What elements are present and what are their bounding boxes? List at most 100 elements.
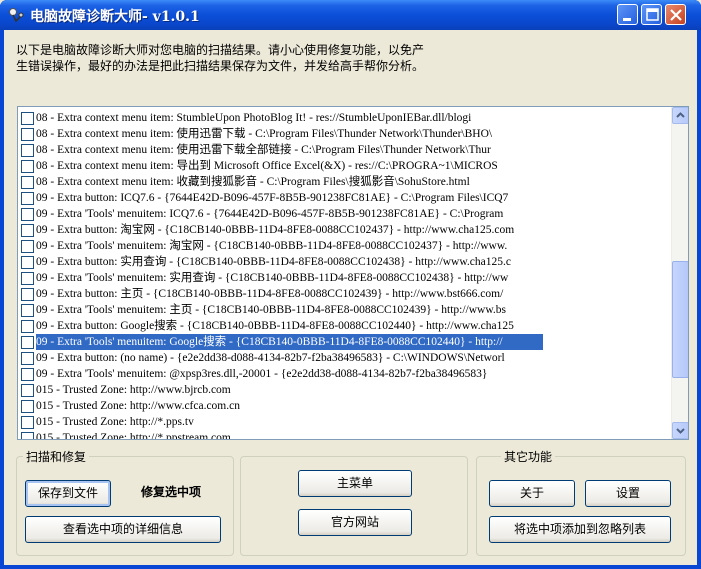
maximize-icon xyxy=(646,8,659,21)
about-button[interactable]: 关于 xyxy=(489,480,575,507)
list-item[interactable]: 015 - Trusted Zone: http://*.ppstream.co… xyxy=(18,430,668,440)
item-checkbox[interactable] xyxy=(21,256,34,269)
item-checkbox[interactable] xyxy=(21,352,34,365)
list-item[interactable]: 08 - Extra context menu item: 使用迅雷下载全部链接… xyxy=(18,142,668,158)
app-window: 电脑故障诊断大师- v1.0.1 以下是电脑故障诊断大师对您电脑的扫描结果。请小… xyxy=(0,0,701,569)
item-text: 09 - Extra 'Tools' menuitem: Google搜索 - … xyxy=(36,334,543,350)
title-bar[interactable]: 电脑故障诊断大师- v1.0.1 xyxy=(0,0,701,30)
item-text: 09 - Extra button: (no name) - {e2e2dd38… xyxy=(36,352,505,364)
item-text: 09 - Extra button: ICQ7.6 - {7644E42D-B0… xyxy=(36,192,509,204)
window-frame-right xyxy=(697,30,701,569)
item-text: 09 - Extra button: Google搜索 - {C18CB140-… xyxy=(36,320,514,332)
item-text: 015 - Trusted Zone: http://www.cfca.com.… xyxy=(36,400,240,412)
scroll-up-button[interactable] xyxy=(672,107,688,124)
item-checkbox[interactable] xyxy=(21,384,34,397)
item-checkbox[interactable] xyxy=(21,272,34,285)
list-item[interactable]: 08 - Extra context menu item: 使用迅雷下载 - C… xyxy=(18,126,668,142)
item-text: 015 - Trusted Zone: http://*.pps.tv xyxy=(36,416,194,428)
item-text: 09 - Extra 'Tools' menuitem: 实用查询 - {C18… xyxy=(36,272,509,284)
scan-fix-group-label: 扫描和修复 xyxy=(23,448,90,465)
chevron-up-icon xyxy=(676,112,685,118)
list-item[interactable]: 09 - Extra button: ICQ7.6 - {7644E42D-B0… xyxy=(18,190,668,206)
view-details-button[interactable]: 查看选中项的详细信息 xyxy=(25,516,221,543)
list-item[interactable]: 09 - Extra button: Google搜索 - {C18CB140-… xyxy=(18,318,668,334)
item-checkbox[interactable] xyxy=(21,416,34,429)
item-text: 09 - Extra button: 主页 - {C18CB140-0BBB-1… xyxy=(36,288,504,300)
save-to-file-button[interactable]: 保存到文件 xyxy=(25,480,111,507)
list-item[interactable]: 09 - Extra button: 主页 - {C18CB140-0BBB-1… xyxy=(18,286,668,302)
main-menu-button[interactable]: 主菜单 xyxy=(298,470,412,497)
window-frame-left xyxy=(0,30,4,569)
item-checkbox[interactable] xyxy=(21,288,34,301)
scroll-thumb[interactable] xyxy=(672,261,688,378)
list-item[interactable]: 09 - Extra 'Tools' menuitem: 主页 - {C18CB… xyxy=(18,302,668,318)
list-item[interactable]: 015 - Trusted Zone: http://www.bjrcb.com xyxy=(18,382,668,398)
scan-results-rows: 08 - Extra context menu item: StumbleUpo… xyxy=(18,110,668,440)
scan-results-list[interactable]: 08 - Extra context menu item: StumbleUpo… xyxy=(17,106,689,440)
list-item[interactable]: 09 - Extra button: (no name) - {e2e2dd38… xyxy=(18,350,668,366)
item-text: 08 - Extra context menu item: StumbleUpo… xyxy=(36,112,472,124)
item-text: 08 - Extra context menu item: 导出到 Micros… xyxy=(36,160,498,172)
item-checkbox[interactable] xyxy=(21,336,34,349)
item-checkbox[interactable] xyxy=(21,304,34,317)
item-checkbox[interactable] xyxy=(21,400,34,413)
item-checkbox[interactable] xyxy=(21,320,34,333)
fix-selected-button[interactable]: 修复选中项 xyxy=(121,480,221,507)
main-menu-group: 主菜单 官方网站 xyxy=(240,456,468,556)
item-text: 015 - Trusted Zone: http://*.ppstream.co… xyxy=(36,432,231,440)
item-text: 08 - Extra context menu item: 使用迅雷下载 - C… xyxy=(36,128,493,140)
list-item[interactable]: 09 - Extra 'Tools' menuitem: @xpsp3res.d… xyxy=(18,366,668,382)
item-checkbox[interactable] xyxy=(21,144,34,157)
item-checkbox[interactable] xyxy=(21,192,34,205)
maximize-button[interactable] xyxy=(641,4,662,25)
item-text: 09 - Extra 'Tools' menuitem: 淘宝网 - {C18C… xyxy=(36,240,508,252)
scan-fix-group: 扫描和修复 保存到文件 修复选中项 查看选中项的详细信息 xyxy=(16,448,234,556)
other-functions-group-label: 其它功能 xyxy=(501,448,556,465)
other-functions-group: 其它功能 关于 设置 将选中项添加到忽略列表 xyxy=(476,448,686,556)
intro-line-1: 以下是电脑故障诊断大师对您电脑的扫描结果。请小心使用修复功能，以免产 xyxy=(16,43,425,57)
list-item[interactable]: 015 - Trusted Zone: http://www.cfca.com.… xyxy=(18,398,668,414)
list-item[interactable]: 015 - Trusted Zone: http://*.pps.tv xyxy=(18,414,668,430)
list-item[interactable]: 09 - Extra 'Tools' menuitem: 淘宝网 - {C18C… xyxy=(18,238,668,254)
close-icon xyxy=(670,9,682,21)
item-checkbox[interactable] xyxy=(21,208,34,221)
item-checkbox[interactable] xyxy=(21,176,34,189)
close-button[interactable] xyxy=(665,4,686,25)
item-text: 09 - Extra button: 淘宝网 - {C18CB140-0BBB-… xyxy=(36,224,515,236)
item-checkbox[interactable] xyxy=(21,160,34,173)
list-item[interactable]: 09 - Extra 'Tools' menuitem: ICQ7.6 - {7… xyxy=(18,206,668,222)
vertical-scrollbar[interactable] xyxy=(671,107,688,439)
scroll-down-button[interactable] xyxy=(672,422,688,439)
item-text: 09 - Extra 'Tools' menuitem: 主页 - {C18CB… xyxy=(36,304,507,316)
list-item[interactable]: 08 - Extra context menu item: 收藏到搜狐影音 - … xyxy=(18,174,668,190)
list-item[interactable]: 09 - Extra 'Tools' menuitem: 实用查询 - {C18… xyxy=(18,270,668,286)
minimize-icon xyxy=(623,18,631,21)
intro-text: 以下是电脑故障诊断大师对您电脑的扫描结果。请小心使用修复功能，以免产 生错误操作… xyxy=(16,42,576,74)
stethoscope-icon xyxy=(9,8,24,23)
list-item[interactable]: 09 - Extra button: 淘宝网 - {C18CB140-0BBB-… xyxy=(18,222,668,238)
official-website-button[interactable]: 官方网站 xyxy=(298,509,412,536)
client-area: 以下是电脑故障诊断大师对您电脑的扫描结果。请小心使用修复功能，以免产 生错误操作… xyxy=(4,30,697,565)
item-text: 08 - Extra context menu item: 收藏到搜狐影音 - … xyxy=(36,176,470,188)
window-frame-bottom xyxy=(0,565,701,569)
item-checkbox[interactable] xyxy=(21,112,34,125)
item-text: 015 - Trusted Zone: http://www.bjrcb.com xyxy=(36,384,231,396)
item-checkbox[interactable] xyxy=(21,432,34,439)
chevron-down-icon xyxy=(676,428,685,434)
item-text: 09 - Extra 'Tools' menuitem: @xpsp3res.d… xyxy=(36,368,488,380)
item-checkbox[interactable] xyxy=(21,368,34,381)
settings-button[interactable]: 设置 xyxy=(585,480,671,507)
minimize-button[interactable] xyxy=(617,4,638,25)
item-text: 08 - Extra context menu item: 使用迅雷下载全部链接… xyxy=(36,144,491,156)
list-item[interactable]: 09 - Extra 'Tools' menuitem: Google搜索 - … xyxy=(18,334,668,350)
list-item[interactable]: 09 - Extra button: 实用查询 - {C18CB140-0BBB… xyxy=(18,254,668,270)
item-checkbox[interactable] xyxy=(21,240,34,253)
window-title: 电脑故障诊断大师- v1.0.1 xyxy=(30,9,200,25)
item-text: 09 - Extra button: 实用查询 - {C18CB140-0BBB… xyxy=(36,256,511,268)
list-item[interactable]: 08 - Extra context menu item: StumbleUpo… xyxy=(18,110,668,126)
item-checkbox[interactable] xyxy=(21,224,34,237)
item-text: 09 - Extra 'Tools' menuitem: ICQ7.6 - {7… xyxy=(36,208,504,220)
list-item[interactable]: 08 - Extra context menu item: 导出到 Micros… xyxy=(18,158,668,174)
add-to-ignore-list-button[interactable]: 将选中项添加到忽略列表 xyxy=(489,516,671,543)
item-checkbox[interactable] xyxy=(21,128,34,141)
